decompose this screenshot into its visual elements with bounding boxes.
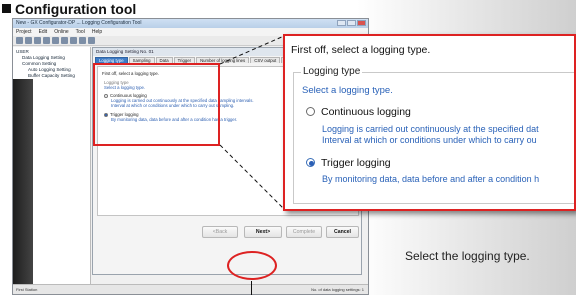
menu-tool[interactable]: Tool bbox=[76, 28, 85, 36]
read-icon[interactable] bbox=[88, 37, 95, 44]
zoom-opt1-label: Continuous logging bbox=[321, 106, 411, 118]
back-button[interactable]: <Back bbox=[202, 226, 238, 238]
app-title: New - GX Configurator-DP ... Logging Con… bbox=[16, 20, 142, 26]
caption-text: Select the logging type. bbox=[405, 249, 530, 263]
zoom-group-label: Logging type bbox=[301, 66, 363, 77]
delete-icon[interactable] bbox=[70, 37, 77, 44]
cancel-button[interactable]: Cancel bbox=[326, 226, 359, 238]
zoom-callout: First off, select a logging type. Loggin… bbox=[283, 34, 576, 211]
paste-icon[interactable] bbox=[61, 37, 68, 44]
pointer-line bbox=[251, 281, 252, 295]
radio-selected-icon[interactable] bbox=[306, 158, 315, 167]
zoom-opt2-label: Trigger logging bbox=[321, 157, 391, 169]
manual-illustration: Configuration tool New - GX Configurator… bbox=[0, 0, 576, 295]
complete-button[interactable]: Complete bbox=[286, 226, 322, 238]
save-icon[interactable] bbox=[34, 37, 41, 44]
zoom-first-text: First off, select a logging type. bbox=[291, 44, 431, 56]
app-titlebar: New - GX Configurator-DP ... Logging Con… bbox=[13, 19, 368, 28]
menu-online[interactable]: Online bbox=[54, 28, 68, 36]
zoom-logging-type-group: Logging type Select a logging type. Cont… bbox=[293, 66, 574, 204]
menu-help[interactable]: Help bbox=[92, 28, 102, 36]
menu-edit[interactable]: Edit bbox=[39, 28, 48, 36]
next-button-highlight bbox=[227, 251, 277, 280]
highlight-box bbox=[93, 63, 220, 146]
copy-icon[interactable] bbox=[52, 37, 59, 44]
background-photo-strip bbox=[13, 79, 33, 285]
menu-project[interactable]: Project bbox=[16, 28, 32, 36]
status-right: No. of data logging settings: 1 bbox=[311, 287, 364, 292]
radio-unselected-icon[interactable] bbox=[306, 107, 315, 116]
close-icon[interactable] bbox=[357, 20, 366, 26]
new-icon[interactable] bbox=[16, 37, 23, 44]
zoom-select-text: Select a logging type. bbox=[302, 85, 393, 96]
status-left: First Station bbox=[16, 287, 38, 292]
section-heading: Configuration tool bbox=[2, 1, 136, 17]
write-icon[interactable] bbox=[79, 37, 86, 44]
window-controls bbox=[337, 20, 366, 26]
zoom-radio-continuous[interactable]: Continuous logging bbox=[306, 106, 411, 118]
zoom-opt1-desc2: Interval at which or conditions under wh… bbox=[322, 135, 537, 145]
status-bar: First Station No. of data logging settin… bbox=[13, 284, 368, 294]
square-bullet-icon bbox=[2, 4, 11, 13]
maximize-icon[interactable] bbox=[347, 20, 356, 26]
zoom-panel: First off, select a logging type. Loggin… bbox=[285, 36, 574, 209]
heading-text: Configuration tool bbox=[15, 1, 137, 17]
zoom-opt1-desc1: Logging is carried out continuously at t… bbox=[322, 124, 539, 134]
zoom-radio-trigger[interactable]: Trigger logging bbox=[306, 157, 391, 169]
cut-icon[interactable] bbox=[43, 37, 50, 44]
minimize-icon[interactable] bbox=[337, 20, 346, 26]
zoom-opt2-desc: By monitoring data, data before and afte… bbox=[322, 174, 540, 184]
tab-csv[interactable]: CSV output bbox=[250, 57, 281, 63]
next-button[interactable]: Next> bbox=[244, 226, 282, 238]
open-icon[interactable] bbox=[25, 37, 32, 44]
